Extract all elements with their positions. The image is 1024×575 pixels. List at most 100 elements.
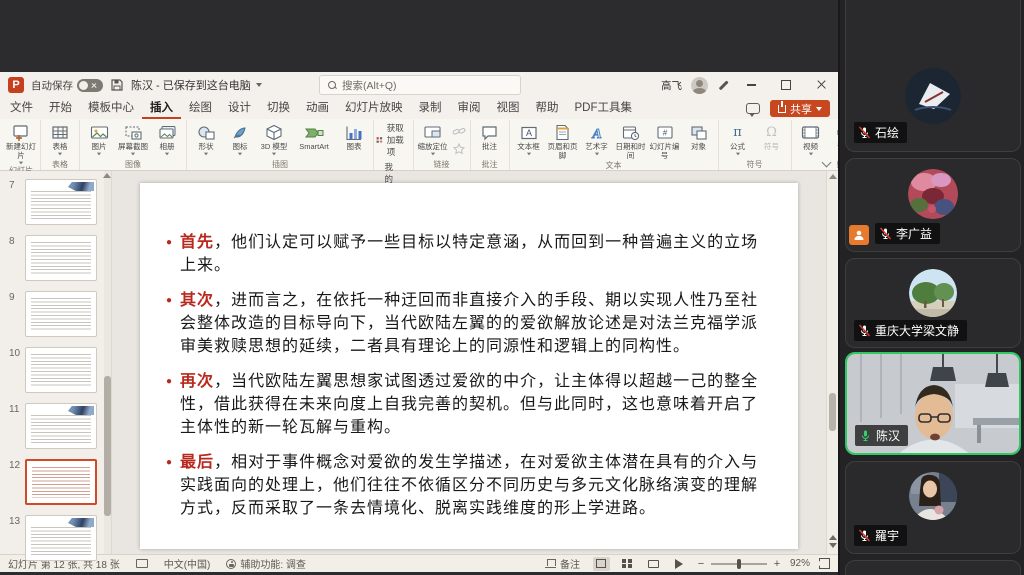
autosave-toggle[interactable] xyxy=(77,79,103,92)
textbox-button[interactable]: A 文本框 xyxy=(512,120,546,156)
screenshot-button[interactable]: 屏幕截图 xyxy=(116,120,150,156)
slideshow-button[interactable] xyxy=(671,557,688,571)
thumbnail-slide-11[interactable]: 11 xyxy=(0,403,111,459)
zoom-control[interactable]: − + xyxy=(697,558,781,570)
shapes-button[interactable]: 形状 xyxy=(189,120,223,156)
participant-tile[interactable]: 李广益 xyxy=(845,158,1021,252)
minimize-button[interactable] xyxy=(738,75,764,95)
share-icon xyxy=(778,105,786,113)
mic-muted-icon xyxy=(879,227,892,240)
group-text: A 文本框 页眉和页脚 A 艺术字 日期和时 xyxy=(510,120,719,170)
photo-album-button[interactable]: 相册 xyxy=(150,120,184,156)
mic-muted-icon xyxy=(858,324,871,337)
thumbnail-scrollbar[interactable] xyxy=(104,171,111,554)
zoom-link-button[interactable]: 缩放定位 xyxy=(416,120,450,156)
fit-to-window-button[interactable] xyxy=(819,558,830,569)
display-settings-icon[interactable] xyxy=(136,559,148,568)
tab-home[interactable]: 开始 xyxy=(41,96,80,119)
account-avatar[interactable] xyxy=(691,77,708,94)
search-icon xyxy=(328,81,336,89)
textbox-icon: A xyxy=(520,123,538,142)
object-button[interactable]: 对象 xyxy=(682,120,716,151)
participant-tile-active-speaker[interactable]: 陈汉 xyxy=(845,352,1021,455)
share-button[interactable]: 共享 xyxy=(770,100,830,117)
header-footer-button[interactable]: 页眉和页脚 xyxy=(546,120,580,160)
slide-sorter-view-button[interactable] xyxy=(619,557,636,571)
edit-pencil-icon[interactable] xyxy=(717,79,729,91)
thumbnail-slide-9[interactable]: 9 xyxy=(0,291,111,347)
chart-button[interactable]: 图表 xyxy=(337,120,371,151)
zoom-in-button[interactable]: + xyxy=(773,558,781,570)
autosave-control[interactable]: 自动保存 xyxy=(31,78,103,93)
group-images: 图片 屏幕截图 相册 图像 xyxy=(80,120,187,170)
tab-file[interactable]: 文件 xyxy=(2,96,41,119)
wordart-button[interactable]: A 艺术字 xyxy=(580,120,614,156)
tab-view[interactable]: 视图 xyxy=(489,96,528,119)
previous-slide-button[interactable] xyxy=(829,535,837,540)
participant-tile-partial[interactable] xyxy=(845,560,1021,575)
participant-tile[interactable]: 羅宇 xyxy=(845,461,1021,554)
tab-draw[interactable]: 绘图 xyxy=(181,96,220,119)
new-slide-button[interactable]: 新建幻灯片 xyxy=(4,120,38,165)
participant-tile[interactable]: 石绘 xyxy=(845,0,1021,152)
tab-record[interactable]: 录制 xyxy=(411,96,450,119)
slide-thumbnail-panel: 7 8 9 10 11 xyxy=(0,171,112,554)
svg-text:#: # xyxy=(662,128,667,137)
slide-canvas[interactable]: ● 首先，他们认定可以赋予一些目标以特定意涵，从而回到一种普遍主义的立场上来。 … xyxy=(112,171,826,554)
thumbnail-slide-10[interactable]: 10 xyxy=(0,347,111,403)
zoom-slider[interactable] xyxy=(711,563,767,565)
accessibility-icon xyxy=(226,559,236,569)
tab-insert[interactable]: 插入 xyxy=(142,96,181,119)
account-user-name[interactable]: 高飞 xyxy=(661,78,682,93)
get-addins-button[interactable]: 获取加载项 xyxy=(376,122,411,158)
tab-review[interactable]: 审阅 xyxy=(450,96,489,119)
new-slide-icon xyxy=(12,123,30,142)
scrollbar-thumb[interactable] xyxy=(829,393,836,431)
zoom-percentage[interactable]: 92% xyxy=(790,558,810,569)
language-indicator[interactable]: 中文(中国) xyxy=(164,556,211,571)
zoom-out-button[interactable]: − xyxy=(697,558,705,570)
slide-12[interactable]: ● 首先，他们认定可以赋予一些目标以特定意涵，从而回到一种普遍主义的立场上来。 … xyxy=(140,183,798,549)
tab-animations[interactable]: 动画 xyxy=(298,96,337,119)
icons-button[interactable]: 图标 xyxy=(223,120,257,156)
equation-icon: π xyxy=(733,123,742,142)
bullet-item: ● 最后，相对于事件概念对爱欲的发生学描述，在对爱欲主体潜在具有的介入与实践面向… xyxy=(166,451,764,520)
3d-models-button[interactable]: 3D 模型 xyxy=(257,120,291,156)
tab-slideshow[interactable]: 幻灯片放映 xyxy=(337,96,411,119)
next-slide-button[interactable] xyxy=(829,543,837,548)
equation-button[interactable]: π 公式 xyxy=(721,120,755,156)
smartart-button[interactable]: SmartArt xyxy=(291,120,337,151)
normal-view-button[interactable] xyxy=(593,557,610,571)
video-button[interactable]: 视频 xyxy=(794,120,828,156)
tab-design[interactable]: 设计 xyxy=(220,96,259,119)
maximize-button[interactable] xyxy=(773,75,799,95)
save-icon[interactable] xyxy=(110,78,124,92)
reading-view-button[interactable] xyxy=(645,557,662,571)
tab-transitions[interactable]: 切换 xyxy=(259,96,298,119)
table-button[interactable]: 表格 xyxy=(43,120,77,156)
notes-button[interactable]: 备注 xyxy=(545,556,580,571)
smartart-icon xyxy=(304,123,324,142)
scroll-up-arrow[interactable] xyxy=(829,174,837,179)
thumbnail-slide-7[interactable]: 7 xyxy=(0,179,111,235)
thumbnail-slide-12-selected[interactable]: 12 xyxy=(0,459,111,515)
tab-template-center[interactable]: 模板中心 xyxy=(80,96,142,119)
zoom-slider-knob[interactable] xyxy=(737,559,741,569)
date-time-button[interactable]: 日期和时间 xyxy=(614,120,648,160)
document-title[interactable]: 陈汉 - 已保存到这台电脑 xyxy=(131,77,262,93)
thumbnail-slide-8[interactable]: 8 xyxy=(0,235,111,291)
tab-pdf-tools[interactable]: PDF工具集 xyxy=(567,96,641,119)
comments-icon[interactable] xyxy=(746,103,760,114)
thumbnail-slide-13[interactable]: 13 xyxy=(0,515,111,571)
notes-icon xyxy=(545,559,556,568)
main-vertical-scrollbar[interactable] xyxy=(826,171,838,554)
slide-number-button[interactable]: # 幻灯片编号 xyxy=(648,120,682,160)
comment-button[interactable]: 批注 xyxy=(473,120,507,151)
tab-help[interactable]: 帮助 xyxy=(528,96,567,119)
picture-button[interactable]: 图片 xyxy=(82,120,116,156)
search-box[interactable]: 搜索(Alt+Q) xyxy=(319,75,521,95)
accessibility-status[interactable]: 辅助功能: 调查 xyxy=(226,556,306,571)
close-button[interactable] xyxy=(808,75,834,95)
participant-tile[interactable]: 重庆大学梁文静 xyxy=(845,258,1021,348)
group-symbols: π 公式 Ω 符号 符号 xyxy=(719,120,792,170)
